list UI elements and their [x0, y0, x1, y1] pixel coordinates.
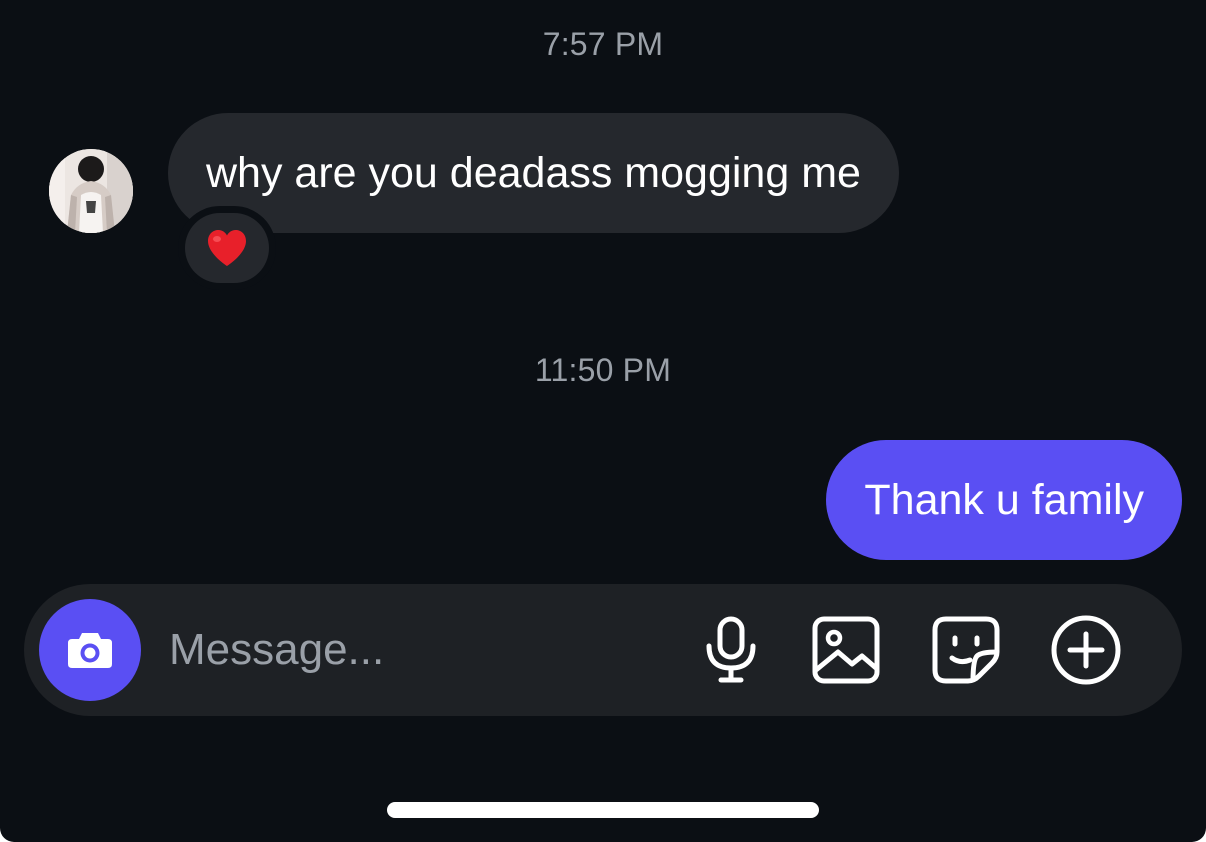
plus-icon: [1051, 615, 1121, 685]
message-reaction[interactable]: [178, 206, 276, 290]
sticker-button[interactable]: [928, 612, 1004, 688]
message-input[interactable]: [169, 617, 669, 683]
home-indicator[interactable]: [387, 802, 819, 818]
heart-emoji-icon: [208, 230, 246, 266]
message-timestamp: 7:57 PM: [542, 26, 664, 62]
more-options-button[interactable]: [1048, 612, 1124, 688]
avatar-photo: [49, 149, 133, 233]
message-composer: [24, 584, 1182, 716]
camera-button[interactable]: [39, 599, 141, 701]
outgoing-message-bubble[interactable]: Thank u family: [826, 440, 1182, 560]
reaction-pill: [185, 213, 269, 283]
message-timestamp: 11:50 PM: [534, 352, 672, 388]
incoming-message-bubble[interactable]: why are you deadass mogging me: [168, 113, 899, 233]
gallery-icon: [812, 616, 880, 684]
chat-screen: 7:57 PM why are you deadass mogging me 1…: [0, 0, 1206, 842]
microphone-icon: [706, 616, 756, 683]
voice-message-button[interactable]: [693, 612, 769, 688]
avatar[interactable]: [49, 149, 133, 233]
camera-icon: [68, 633, 112, 668]
gallery-button[interactable]: [808, 612, 884, 688]
sticker-icon: [932, 616, 1000, 684]
